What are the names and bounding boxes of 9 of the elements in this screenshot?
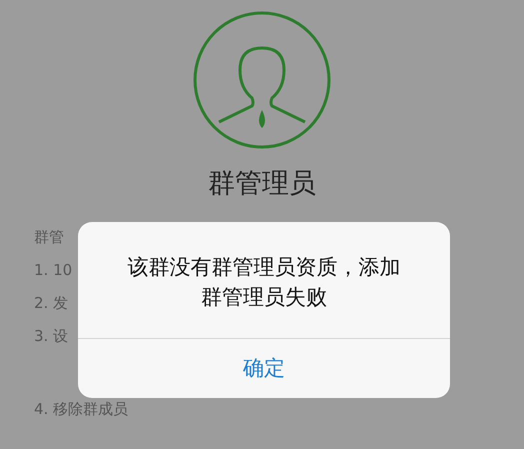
rule-text: 群管 bbox=[34, 227, 64, 248]
rule-text: 4. 移除群成员 bbox=[34, 399, 128, 420]
rule-text: 1. 10 bbox=[34, 260, 72, 281]
user-avatar-icon bbox=[192, 10, 332, 150]
rule-text: 2. 发 bbox=[34, 293, 68, 314]
rule-text: 3. 设 bbox=[34, 326, 68, 347]
alert-message: 该群没有群管理员资质，添加群管理员失败 bbox=[126, 254, 402, 311]
confirm-button[interactable]: 确定 bbox=[78, 339, 450, 398]
page-title: 群管理员 bbox=[208, 170, 316, 197]
